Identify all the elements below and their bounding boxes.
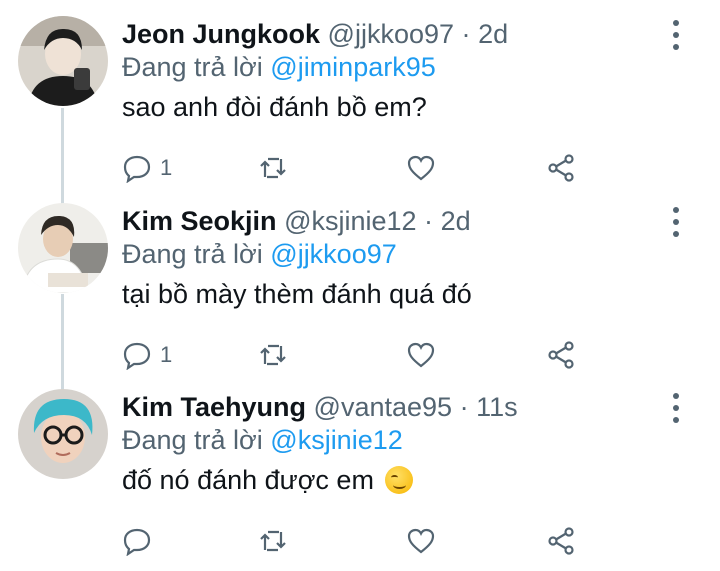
more-options-button[interactable] (670, 207, 682, 237)
reply-icon (123, 155, 151, 183)
share-button[interactable] (546, 148, 576, 188)
reply-button[interactable]: 1 (122, 335, 172, 375)
share-icon (548, 154, 574, 182)
reply-count: 1 (160, 155, 173, 180)
avatar[interactable] (18, 389, 108, 479)
separator-dot: · (424, 206, 434, 236)
share-icon (548, 527, 574, 555)
username-handle[interactable]: @jjkkoo97 (328, 19, 454, 49)
like-button[interactable] (406, 521, 436, 561)
tweet-text: tại bồ mày thèm đánh quá đó (122, 279, 472, 309)
retweet-button[interactable] (258, 521, 288, 561)
replying-to-line: Đang trả lời @ksjinie12 (122, 424, 403, 456)
more-options-button[interactable] (670, 393, 682, 423)
retweet-icon (260, 344, 286, 366)
tweet-text: sao anh đòi đánh bồ em? (122, 92, 427, 122)
display-name[interactable]: Kim Seokjin (122, 206, 277, 236)
username-handle[interactable]: @vantae95 (314, 392, 453, 422)
mention-link[interactable]: @jiminpark95 (270, 52, 435, 82)
like-button[interactable] (406, 148, 436, 188)
display-name[interactable]: Jeon Jungkook (122, 19, 320, 49)
avatar[interactable] (18, 203, 108, 293)
smirking-face-icon (385, 466, 414, 494)
display-name[interactable]: Kim Taehyung (122, 392, 306, 422)
share-button[interactable] (546, 521, 576, 561)
replying-to-line: Đang trả lời @jiminpark95 (122, 51, 436, 83)
timestamp[interactable]: 2d (478, 19, 508, 49)
action-bar (122, 521, 642, 561)
tweet-text-container: đố nó đánh được em (122, 464, 414, 496)
more-options-button[interactable] (670, 20, 682, 50)
action-bar: 1 (122, 148, 642, 188)
like-icon (407, 528, 435, 554)
retweet-button[interactable] (258, 335, 288, 375)
tweet-header: Kim Taehyung @vantae95 · 11s (122, 391, 518, 423)
reply-button[interactable] (122, 521, 160, 561)
share-icon (548, 341, 574, 369)
like-icon (407, 342, 435, 368)
separator-dot: · (459, 392, 469, 422)
tweet[interactable]: Jeon Jungkook @jjkkoo97 · 2d Đang trả lờ… (0, 12, 720, 198)
avatar[interactable] (18, 16, 108, 106)
retweet-button[interactable] (258, 148, 288, 188)
share-button[interactable] (546, 335, 576, 375)
username-handle[interactable]: @ksjinie12 (284, 206, 416, 236)
timestamp[interactable]: 2d (441, 206, 471, 236)
replying-to-label: Đang trả lời (122, 239, 263, 269)
tweet[interactable]: Kim Seokjin @ksjinie12 · 2d Đang trả lời… (0, 199, 720, 385)
reply-button[interactable]: 1 (122, 148, 172, 188)
retweet-icon (260, 530, 286, 552)
replying-to-label: Đang trả lời (122, 52, 263, 82)
tweet-text: đố nó đánh được em (122, 465, 374, 495)
separator-dot: · (461, 19, 471, 49)
timestamp[interactable]: 11s (476, 392, 518, 422)
replying-to-line: Đang trả lời @jjkkoo97 (122, 238, 397, 270)
like-icon (407, 155, 435, 181)
retweet-icon (260, 157, 286, 179)
tweet[interactable]: Kim Taehyung @vantae95 · 11s Đang trả lờ… (0, 385, 720, 571)
mention-link[interactable]: @ksjinie12 (270, 425, 402, 455)
like-button[interactable] (406, 335, 436, 375)
reply-icon (123, 528, 151, 556)
mention-link[interactable]: @jjkkoo97 (270, 239, 396, 269)
replying-to-label: Đang trả lời (122, 425, 263, 455)
tweet-header: Kim Seokjin @ksjinie12 · 2d (122, 205, 471, 237)
reply-count: 1 (160, 342, 173, 367)
tweet-header: Jeon Jungkook @jjkkoo97 · 2d (122, 18, 508, 50)
action-bar: 1 (122, 335, 642, 375)
reply-icon (123, 342, 151, 370)
